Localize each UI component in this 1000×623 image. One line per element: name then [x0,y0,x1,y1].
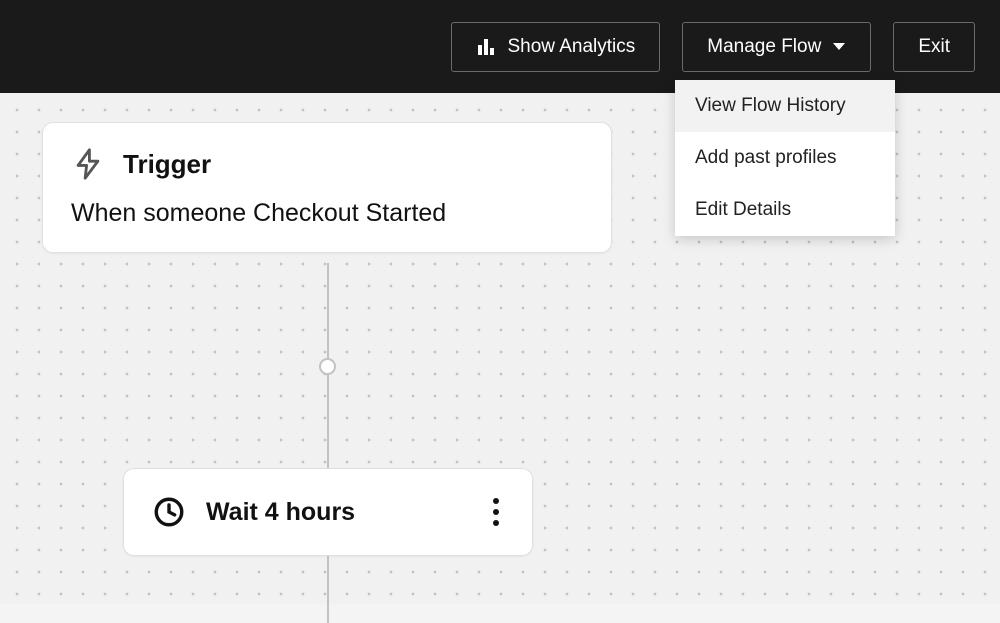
flow-connector [327,263,329,623]
trigger-card[interactable]: Trigger When someone Checkout Started [42,122,612,253]
wait-card[interactable]: Wait 4 hours [123,468,533,556]
wait-more-menu[interactable] [488,493,504,531]
bolt-icon [71,147,105,181]
exit-label: Exit [918,36,950,58]
connector-node[interactable] [319,358,336,375]
dropdown-item-edit-details[interactable]: Edit Details [675,184,895,236]
trigger-title: Trigger [123,149,211,180]
caret-down-icon [832,42,846,52]
trigger-description: When someone Checkout Started [71,199,583,228]
bar-chart-icon [476,37,496,57]
clock-icon [152,495,186,529]
dropdown-item-view-history[interactable]: View Flow History [675,80,895,132]
manage-flow-button[interactable]: Manage Flow [682,22,871,72]
manage-flow-label: Manage Flow [707,36,821,58]
dropdown-item-add-past-profiles[interactable]: Add past profiles [675,132,895,184]
show-analytics-button[interactable]: Show Analytics [451,22,660,72]
exit-button[interactable]: Exit [893,22,975,72]
show-analytics-label: Show Analytics [507,36,635,58]
wait-label: Wait 4 hours [206,498,468,527]
manage-flow-dropdown: View Flow History Add past profiles Edit… [675,80,895,236]
